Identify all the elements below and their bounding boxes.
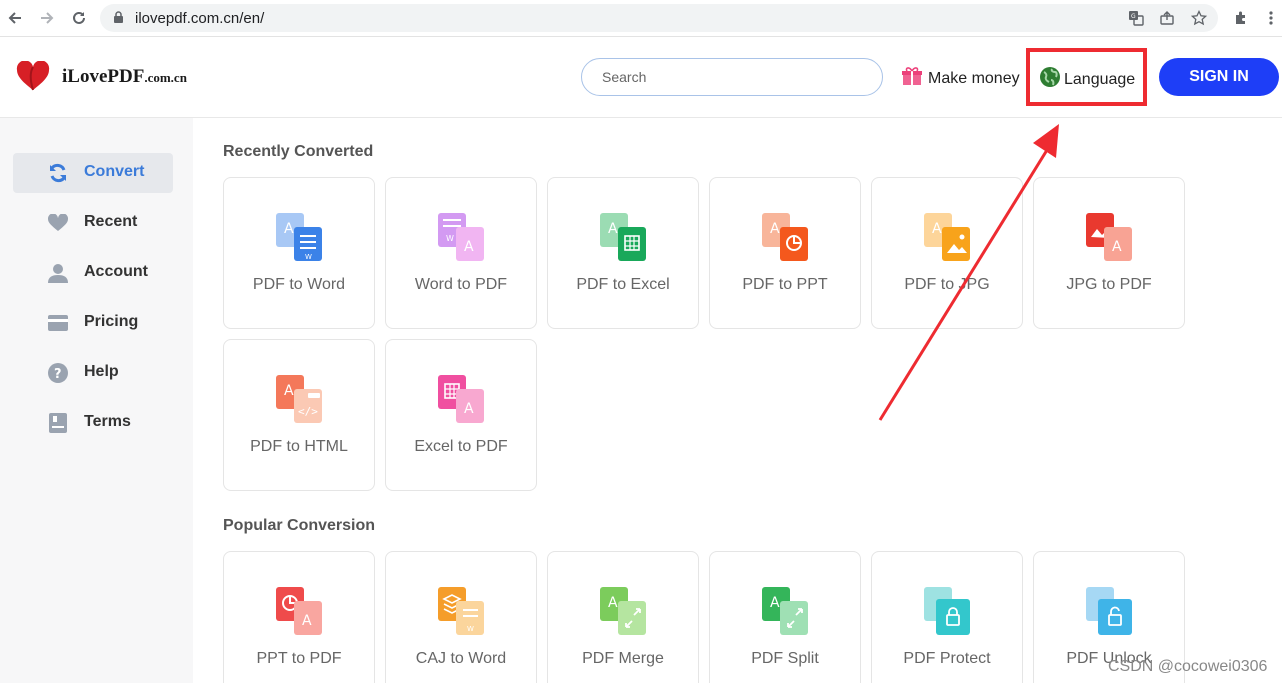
pdf-to-jpg-icon: A	[924, 213, 970, 261]
annotation-highlight-box	[1026, 48, 1147, 106]
refresh-icon	[47, 163, 69, 183]
sidebar-item-terms[interactable]: Terms	[13, 403, 173, 443]
svg-text:?: ?	[54, 367, 62, 382]
search-input[interactable]	[581, 58, 883, 96]
pdf-to-ppt-icon: A	[762, 213, 808, 261]
ppt-to-pdf-icon: A	[276, 587, 322, 635]
svg-text:A: A	[302, 613, 312, 629]
site-logo[interactable]: iLovePDF.com.cn	[62, 66, 187, 88]
sidebar-item-account[interactable]: Account	[13, 253, 173, 293]
pdf-to-excel-icon: A	[600, 213, 646, 261]
tool-card-pdf-to-html[interactable]: A </> PDF to HTML	[223, 339, 375, 491]
heart-icon	[47, 213, 69, 233]
lock-icon	[113, 11, 124, 29]
star-icon[interactable]	[1190, 9, 1208, 27]
document-icon	[47, 413, 69, 433]
site-header: iLovePDF.com.cn Make money Language SIGN…	[0, 37, 1282, 118]
back-icon[interactable]	[5, 8, 25, 28]
sidebar-item-convert[interactable]: Convert	[13, 153, 173, 193]
gift-icon	[902, 66, 922, 91]
caj-to-word-icon: W	[438, 587, 484, 635]
svg-text:A: A	[464, 239, 474, 255]
sidebar-item-help[interactable]: ? Help	[13, 353, 173, 393]
tool-card-pdf-to-word[interactable]: AW PDF to Word	[223, 177, 375, 329]
tool-card-pdf-to-ppt[interactable]: A PDF to PPT	[709, 177, 861, 329]
tool-card-jpg-to-pdf[interactable]: A JPG to PDF	[1033, 177, 1185, 329]
browser-menu-icon[interactable]	[1262, 9, 1280, 27]
svg-text:</>: </>	[298, 405, 318, 418]
browser-toolbar: ilovepdf.com.cn/en/ G	[0, 0, 1282, 37]
pdf-merge-icon: A	[600, 587, 646, 635]
svg-text:A: A	[932, 221, 942, 237]
popular-conversion-title: Popular Conversion	[223, 517, 376, 534]
sidebar: Convert Recent Account Pricing ? Help Te…	[0, 118, 193, 683]
share-icon[interactable]	[1158, 9, 1176, 27]
help-icon: ?	[47, 363, 69, 383]
pdf-to-html-icon: A </>	[276, 375, 322, 423]
recently-converted-title: Recently Converted	[223, 143, 374, 160]
tool-card-pdf-merge[interactable]: A PDF Merge	[547, 551, 699, 683]
tool-card-excel-to-pdf[interactable]: A Excel to PDF	[385, 339, 537, 491]
svg-text:A: A	[608, 221, 618, 237]
heart-logo-icon[interactable]	[16, 60, 50, 96]
tool-card-word-to-pdf[interactable]: WA Word to PDF	[385, 177, 537, 329]
svg-text:G: G	[1131, 13, 1136, 20]
svg-text:A: A	[770, 221, 780, 237]
svg-text:A: A	[284, 383, 294, 399]
sidebar-item-recent[interactable]: Recent	[13, 203, 173, 243]
watermark-text: CSDN @cocowei0306	[1108, 658, 1268, 675]
excel-to-pdf-icon: A	[438, 375, 484, 423]
tool-card-pdf-to-excel[interactable]: A PDF to Excel	[547, 177, 699, 329]
sign-in-button[interactable]: SIGN IN	[1159, 58, 1279, 96]
card-icon	[47, 313, 69, 333]
user-icon	[47, 263, 69, 283]
svg-text:W: W	[467, 625, 474, 633]
svg-text:W: W	[305, 253, 312, 261]
svg-text:A: A	[608, 595, 618, 611]
svg-text:A: A	[770, 595, 780, 611]
tool-card-caj-to-word[interactable]: W CAJ to Word	[385, 551, 537, 683]
url-text: ilovepdf.com.cn/en/	[135, 10, 265, 27]
translate-icon[interactable]: G	[1127, 9, 1145, 27]
reload-icon[interactable]	[69, 8, 89, 28]
forward-icon[interactable]	[37, 8, 57, 28]
pdf-unlock-icon	[1086, 587, 1132, 635]
pdf-to-word-icon: AW	[276, 213, 322, 261]
make-money-link[interactable]: Make money	[902, 66, 1020, 91]
pdf-split-icon: A	[762, 587, 808, 635]
svg-text:A: A	[1112, 239, 1122, 255]
extensions-icon[interactable]	[1232, 9, 1250, 27]
svg-text:A: A	[464, 401, 474, 417]
tool-card-pdf-protect[interactable]: PDF Protect	[871, 551, 1023, 683]
word-to-pdf-icon: WA	[438, 213, 484, 261]
tool-card-pdf-split[interactable]: A PDF Split	[709, 551, 861, 683]
tool-card-ppt-to-pdf[interactable]: A PPT to PDF	[223, 551, 375, 683]
tool-card-pdf-to-jpg[interactable]: A PDF to JPG	[871, 177, 1023, 329]
svg-text:A: A	[284, 221, 294, 237]
main-content: Recently Converted AW PDF to Word WA Wor…	[193, 118, 1282, 683]
address-bar[interactable]: ilovepdf.com.cn/en/ G	[100, 4, 1218, 32]
pdf-protect-icon	[924, 587, 970, 635]
svg-text:W: W	[446, 234, 454, 243]
jpg-to-pdf-icon: A	[1086, 213, 1132, 261]
sidebar-item-pricing[interactable]: Pricing	[13, 303, 173, 343]
